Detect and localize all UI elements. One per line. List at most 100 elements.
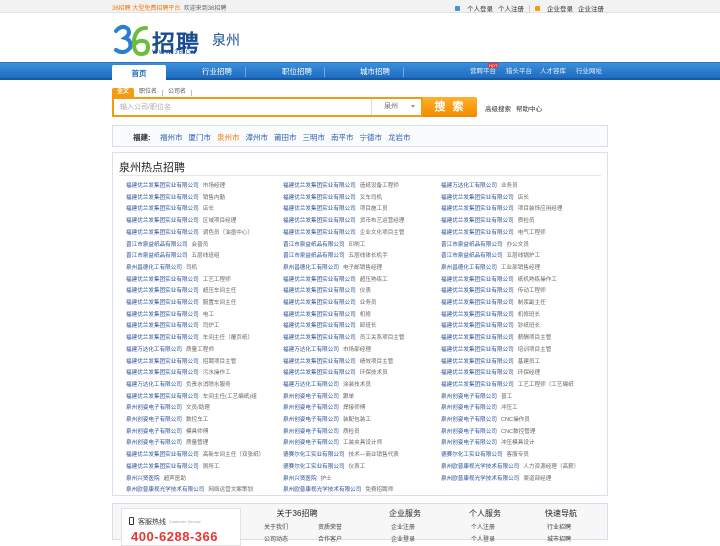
job-title-link[interactable]: 办公文员	[507, 242, 529, 248]
job-company-link[interactable]: 福建万达化工有限公司	[441, 183, 497, 189]
job-company-link[interactable]: 福建优兰发集团实业有限公司	[126, 464, 199, 470]
job-title-link[interactable]: 车间主任(工艺编纸)组	[203, 394, 257, 400]
job-company-link[interactable]: 福建优兰发集团实业有限公司	[441, 288, 514, 294]
job-company-link[interactable]: 福建优兰发集团实业有限公司	[441, 323, 514, 329]
job-title-link[interactable]: 环保经理	[518, 370, 540, 376]
job-title-link[interactable]: 模具师傅	[186, 429, 208, 435]
job-title-link[interactable]: 负责水消除水服务	[186, 382, 231, 388]
job-company-link[interactable]: 福建优兰发集团实业有限公司	[441, 300, 514, 306]
job-company-link[interactable]: 泉州欧普康视光学技术有限公司	[126, 487, 204, 493]
region-city-link[interactable]: 漳州市	[243, 132, 272, 143]
job-title-link[interactable]: 招聘项目主管	[203, 359, 237, 365]
job-title-link[interactable]: 培训项目主管	[518, 347, 552, 353]
job-title-link[interactable]: 司炉工	[203, 323, 220, 329]
job-company-link[interactable]: 福建优兰发集团实业有限公司	[126, 359, 199, 365]
job-company-link[interactable]: 福建优兰发集团实业有限公司	[126, 183, 199, 189]
footer-link[interactable]: 企业注册	[391, 522, 415, 531]
job-title-link[interactable]: 会普员	[192, 242, 209, 248]
advanced-search-link[interactable]: 高级搜索	[485, 103, 511, 113]
job-company-link[interactable]: 泉州昌德化工有限公司	[283, 265, 339, 271]
job-title-link[interactable]: 五层线锅炉工	[507, 253, 541, 259]
job-company-link[interactable]: 福建优兰发集团实业有限公司	[126, 218, 199, 224]
nav-city[interactable]: 城市招聘	[348, 63, 402, 81]
job-title-link[interactable]: 员工关系项目主管	[360, 335, 405, 341]
footer-link[interactable]: 个人注册	[471, 522, 495, 531]
job-title-link[interactable]: 涂装技术员	[343, 382, 371, 388]
job-title-link[interactable]: 跟单	[343, 394, 354, 400]
job-company-link[interactable]: 福建优兰发集团实业有限公司	[126, 452, 199, 458]
footer-link[interactable]: 关于我们	[264, 522, 288, 531]
tab-company-name[interactable]: 公司名	[163, 88, 191, 97]
job-company-link[interactable]: 泉州欧普康视光学技术有限公司	[441, 464, 519, 470]
job-title-link[interactable]: 车间主任（覆页纸）	[203, 335, 253, 341]
job-company-link[interactable]: 德赛尔化工实业有限公司	[283, 452, 345, 458]
job-company-link[interactable]: 福建优兰发集团实业有限公司	[441, 195, 514, 201]
search-button[interactable]: 搜 索	[423, 97, 477, 117]
help-center-link[interactable]: 帮助中心	[516, 103, 542, 113]
job-title-link[interactable]: 项目施工员	[360, 206, 388, 212]
job-title-link[interactable]: 造纸设备工程师	[360, 183, 399, 189]
job-company-link[interactable]: 福建优兰发集团实业有限公司	[283, 312, 356, 318]
job-title-link[interactable]: 制浆副主任	[518, 300, 546, 306]
job-title-link[interactable]: 焊接师傅	[343, 405, 365, 411]
job-title-link[interactable]: 污水操作工	[203, 370, 231, 376]
job-title-link[interactable]: 质检员	[518, 218, 535, 224]
job-company-link[interactable]: 泉州创姿电子有限公司	[283, 417, 339, 423]
region-city-link[interactable]: 福州市	[157, 132, 186, 143]
job-company-link[interactable]: 福建优兰发集团实业有限公司	[283, 335, 356, 341]
job-title-link[interactable]: 业务员	[360, 300, 377, 306]
job-title-link[interactable]: 文员/助理	[186, 405, 210, 411]
job-title-link[interactable]: 电气工程师	[518, 230, 546, 236]
job-title-link[interactable]: 项目装饰应用经理	[518, 206, 563, 212]
job-title-link[interactable]: 仪表工	[349, 464, 366, 470]
personal-login-link[interactable]: 个人登录	[467, 3, 493, 13]
nav-home[interactable]: 首页	[112, 65, 166, 83]
search-input[interactable]	[120, 101, 370, 113]
job-title-link[interactable]: 冲压模具设计	[501, 440, 535, 446]
tab-position-name[interactable]: 职位名	[134, 88, 162, 97]
job-title-link[interactable]: 质检员	[343, 429, 360, 435]
job-title-link[interactable]: 超压熟练工	[360, 277, 388, 283]
job-title-link[interactable]: 厕所工	[203, 464, 220, 470]
job-title-link[interactable]: 超声医助	[164, 476, 186, 482]
job-company-link[interactable]: 福建优兰发集团实业有限公司	[283, 277, 356, 283]
job-company-link[interactable]: 福建优兰发集团实业有限公司	[441, 359, 514, 365]
footer-link[interactable]: 城市招聘	[547, 534, 571, 543]
region-city-link[interactable]: 南平市	[328, 132, 357, 143]
region-city-link[interactable]: 厦门市	[186, 132, 215, 143]
job-company-link[interactable]: 泉州创姿电子有限公司	[441, 429, 497, 435]
job-company-link[interactable]: 福建优兰发集团实业有限公司	[441, 230, 514, 236]
job-title-link[interactable]: 机修班长	[518, 312, 540, 318]
job-title-link[interactable]: 环保技术员	[360, 370, 388, 376]
job-title-link[interactable]: 渠道部经理	[523, 476, 551, 482]
job-company-link[interactable]: 福建万达化工有限公司	[126, 382, 182, 388]
job-title-link[interactable]: 仪表	[360, 288, 371, 294]
job-title-link[interactable]: 绩效项目主管	[360, 359, 394, 365]
job-title-link[interactable]: 普工	[501, 394, 512, 400]
footer-link[interactable]: 个人登录	[471, 534, 495, 543]
job-title-link[interactable]: 销售内勤	[203, 195, 225, 201]
job-company-link[interactable]: 泉州创姿电子有限公司	[441, 405, 497, 411]
job-title-link[interactable]: 调色员（油墨中心）	[203, 230, 253, 236]
job-company-link[interactable]: 福建万达化工有限公司	[283, 382, 339, 388]
job-company-link[interactable]: 德赛尔化工实业有限公司	[441, 452, 503, 458]
job-title-link[interactable]: 店长	[518, 195, 529, 201]
job-company-link[interactable]: 福建优兰发集团实业有限公司	[441, 312, 514, 318]
job-company-link[interactable]: 福建优兰发集团实业有限公司	[283, 230, 356, 236]
job-title-link[interactable]: 五层线班组	[192, 253, 220, 259]
job-title-link[interactable]: 五层线体长机手	[349, 253, 388, 259]
job-company-link[interactable]: 福建优兰发集团实业有限公司	[283, 323, 356, 329]
region-city-link[interactable]: 泉州市	[214, 132, 243, 143]
job-company-link[interactable]: 泉州欧普康视光学技术有限公司	[441, 476, 519, 482]
footer-link[interactable]: 行业招聘	[547, 522, 571, 531]
job-company-link[interactable]: 泉州昌德化工有限公司	[441, 265, 497, 271]
personal-register-link[interactable]: 个人注册	[498, 3, 524, 13]
job-company-link[interactable]: 泉州创姿电子有限公司	[126, 417, 182, 423]
job-company-link[interactable]: 福建优兰发集团实业有限公司	[441, 370, 514, 376]
job-title-link[interactable]: 机修	[360, 312, 371, 318]
job-company-link[interactable]: 泉州创姿电子有限公司	[283, 440, 339, 446]
footer-link[interactable]: 企业登录	[391, 534, 415, 543]
job-title-link[interactable]: 服置车间主任	[203, 300, 237, 306]
job-company-link[interactable]: 泉州创姿电子有限公司	[441, 417, 497, 423]
job-title-link[interactable]: 人力资源经理（高薪）	[523, 464, 579, 470]
